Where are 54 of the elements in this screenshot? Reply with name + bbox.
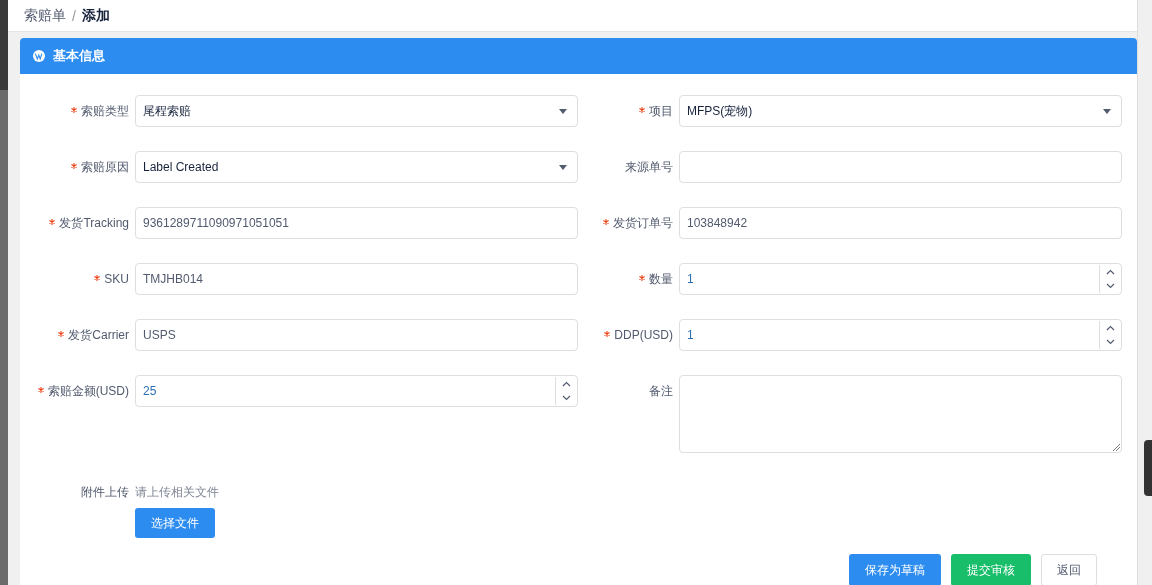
chevron-down-icon[interactable] [561,395,571,401]
field-label: 索赔类型 [81,103,129,119]
number-value: 1 [687,272,695,286]
number-value: 1 [687,328,695,342]
select-value: Label Created [143,160,220,174]
chevron-up-icon[interactable] [561,381,571,387]
field-label: DDP(USD) [614,327,673,343]
scrollbar-thumb[interactable] [1144,440,1152,496]
field-label: 附件上传 [80,484,129,500]
field-label: 项目 [649,103,673,119]
scrollbar[interactable] [1137,0,1152,585]
field-label: 发货Tracking [59,215,129,231]
select-value: MFPS(宠物) [687,102,754,120]
panel-title: 基本信息 [53,47,105,65]
field-label: 备注 [649,383,673,399]
logo-icon [33,50,45,62]
breadcrumb-separator: / [72,7,76,24]
select-field[interactable]: Label Created [135,151,578,183]
resize-grip-icon[interactable] [1112,443,1120,451]
number-field[interactable]: 1 [679,263,1122,295]
caret-icon [559,108,567,114]
textarea-field[interactable] [679,375,1122,453]
caret-icon [559,164,567,170]
field-label: 索赔原因 [81,159,129,175]
chevron-down-icon[interactable] [1105,339,1115,345]
upload-hint: 请上传相关文件 [135,484,220,500]
field-label: 发货Carrier [68,327,129,343]
select-value: 尾程索赔 [143,102,192,120]
input-field[interactable] [679,151,1122,183]
input-value: TMJHB014 [143,272,205,286]
back-button[interactable]: 返回 [1041,554,1097,585]
input-field[interactable]: 103848942 [679,207,1122,239]
input-value: 9361289711090971051051 [143,216,290,230]
field-label: SKU [104,271,129,287]
input-value: USPS [143,328,177,342]
breadcrumb-item[interactable]: 索赔单 [24,6,66,25]
input-field[interactable]: USPS [135,319,578,351]
input-value: 103848942 [687,216,749,230]
field-label: 来源单号 [625,159,673,175]
field-label: 数量 [649,271,673,287]
caret-icon [1103,108,1111,114]
number-field[interactable]: 1 [679,319,1122,351]
chevron-down-icon[interactable] [1105,283,1115,289]
input-field[interactable]: TMJHB014 [135,263,578,295]
number-value: 25 [143,384,158,398]
number-field[interactable]: 25 [135,375,578,407]
field-label: 发货订单号 [613,215,673,231]
breadcrumb-item: 添加 [81,6,110,25]
field-label: 索赔金额(USD) [47,383,129,399]
select-field[interactable]: MFPS(宠物) [679,95,1122,127]
chevron-up-icon[interactable] [1105,325,1115,331]
input-field[interactable]: 9361289711090971051051 [135,207,578,239]
chevron-up-icon[interactable] [1105,269,1115,275]
select-field[interactable]: 尾程索赔 [135,95,578,127]
